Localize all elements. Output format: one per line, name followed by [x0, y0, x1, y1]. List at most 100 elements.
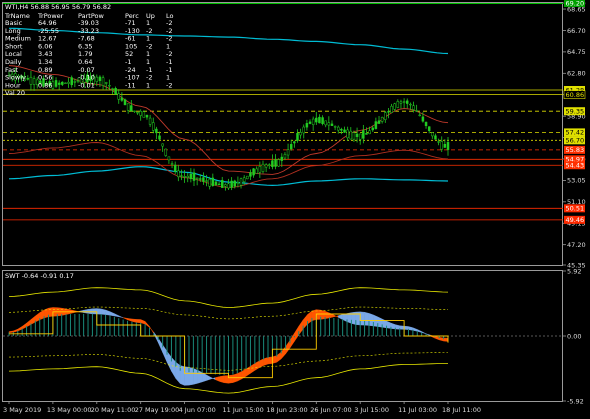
table-cell: Basic — [5, 19, 23, 27]
time-tick-label: 18 Jul 11:00 — [442, 406, 481, 414]
candle-body — [399, 101, 403, 104]
candle-body — [418, 114, 422, 117]
table-cell: 1.79 — [78, 50, 92, 58]
table-cell: 0.89 — [38, 66, 52, 74]
candle-body — [280, 156, 284, 161]
time-tick-label: 4 Jun 07:00 — [179, 406, 216, 414]
candle-body — [431, 132, 434, 137]
candle-body — [358, 133, 362, 140]
sub-indicator-label: SWT -0.64 -0.91 0.17 — [5, 272, 74, 280]
candle-body — [161, 143, 164, 147]
candle-body — [409, 103, 412, 106]
table-cell: -107 — [125, 74, 140, 82]
price-badge-label: 55.83 — [566, 146, 585, 154]
candle-body — [139, 111, 142, 116]
swt-fill — [368, 313, 374, 327]
candle-body — [421, 116, 425, 122]
table-cell: -0.07 — [78, 66, 95, 74]
candle-body — [249, 172, 252, 177]
candle-body — [258, 166, 262, 173]
candle-body — [271, 160, 274, 168]
price-tick-label: 53.05 — [567, 177, 586, 185]
table-cell: 0.86 — [38, 81, 52, 89]
candle-body — [67, 81, 70, 84]
price-badge-label: 60.86 — [566, 91, 585, 99]
table-cell: -1 — [166, 66, 172, 74]
candle-body — [32, 78, 36, 85]
candle-body — [299, 132, 302, 136]
candle-body — [164, 148, 168, 156]
candle-body — [324, 120, 327, 126]
time-tick-label: 18 Jun 23:00 — [266, 406, 307, 414]
candle-body — [114, 88, 117, 95]
candle-body — [393, 103, 396, 110]
candle-body — [321, 117, 324, 124]
time-tick-label: 3 Jul 15:00 — [354, 406, 389, 414]
price-badge-label: 56.70 — [566, 137, 585, 145]
candle-body — [29, 76, 33, 85]
time-tick-label: 11 Jul 03:00 — [398, 406, 437, 414]
candle-body — [293, 141, 296, 144]
table-cell: -1 — [146, 66, 152, 74]
table-cell: 105 — [125, 42, 137, 50]
candle-body — [327, 122, 331, 126]
swt-fill — [184, 366, 190, 386]
swt-fill — [223, 375, 229, 384]
price-tick-label: 62.80 — [567, 70, 586, 78]
candle-body — [362, 130, 365, 139]
price-badge-label: 57.42 — [566, 129, 585, 137]
table-cell: -24 — [125, 66, 136, 74]
candle-body — [170, 163, 174, 165]
candle-body — [434, 135, 437, 140]
sub-tick-label: 0.00 — [567, 332, 581, 340]
candle-body — [390, 105, 393, 113]
candle-body — [337, 126, 340, 131]
candle-body — [214, 181, 218, 185]
price-tick-label: 64.75 — [567, 48, 586, 56]
candle-body — [412, 105, 415, 110]
candle-body — [98, 76, 102, 81]
candle-body — [145, 114, 149, 118]
table-cell: 1 — [146, 19, 150, 27]
candle-body — [440, 141, 443, 150]
table-cell: -61 — [125, 35, 136, 43]
candle-body — [283, 154, 287, 159]
table-footer: Val 20 — [5, 89, 25, 97]
candle-body — [186, 175, 189, 178]
candle-body — [64, 82, 67, 84]
table-cell: 1.34 — [38, 58, 52, 66]
candle-body — [242, 177, 246, 182]
candle-body — [405, 100, 409, 104]
candle-body — [274, 159, 277, 167]
swt-fill — [48, 307, 54, 317]
candle-body — [173, 164, 177, 172]
table-cell: Hour — [5, 81, 21, 89]
candle-body — [158, 135, 161, 140]
candle-body — [305, 123, 309, 128]
swt-fill — [443, 337, 449, 342]
candle-body — [333, 126, 337, 128]
time-tick-label: 27 May 19:00 — [135, 406, 180, 414]
candle-body — [151, 122, 155, 131]
candle-body — [211, 177, 215, 186]
candle-body — [183, 176, 186, 178]
table-cell: -2 — [166, 27, 172, 35]
candle-body — [239, 178, 243, 186]
candle-body — [374, 121, 378, 129]
chart-canvas: WTI,H4 56.88 56.95 56.79 56.82 TrName TrP… — [0, 0, 590, 419]
candle-body — [261, 163, 265, 172]
swt-fill — [272, 355, 277, 364]
time-tick-label: 26 Jun 07:00 — [310, 406, 351, 414]
price-badge-label: 50.51 — [566, 205, 585, 213]
candle-body — [427, 126, 431, 131]
table-cell: Local — [5, 50, 22, 58]
candle-body — [73, 81, 77, 83]
time-tick-label: 20 May 11:00 — [91, 406, 136, 414]
candle-body — [177, 170, 180, 178]
table-cell: 1 — [146, 81, 150, 89]
candle-body — [277, 159, 280, 167]
swt-fill — [100, 308, 106, 315]
candle-body — [286, 149, 290, 156]
table-cell: -2 — [166, 50, 172, 58]
candle-body — [126, 103, 130, 111]
